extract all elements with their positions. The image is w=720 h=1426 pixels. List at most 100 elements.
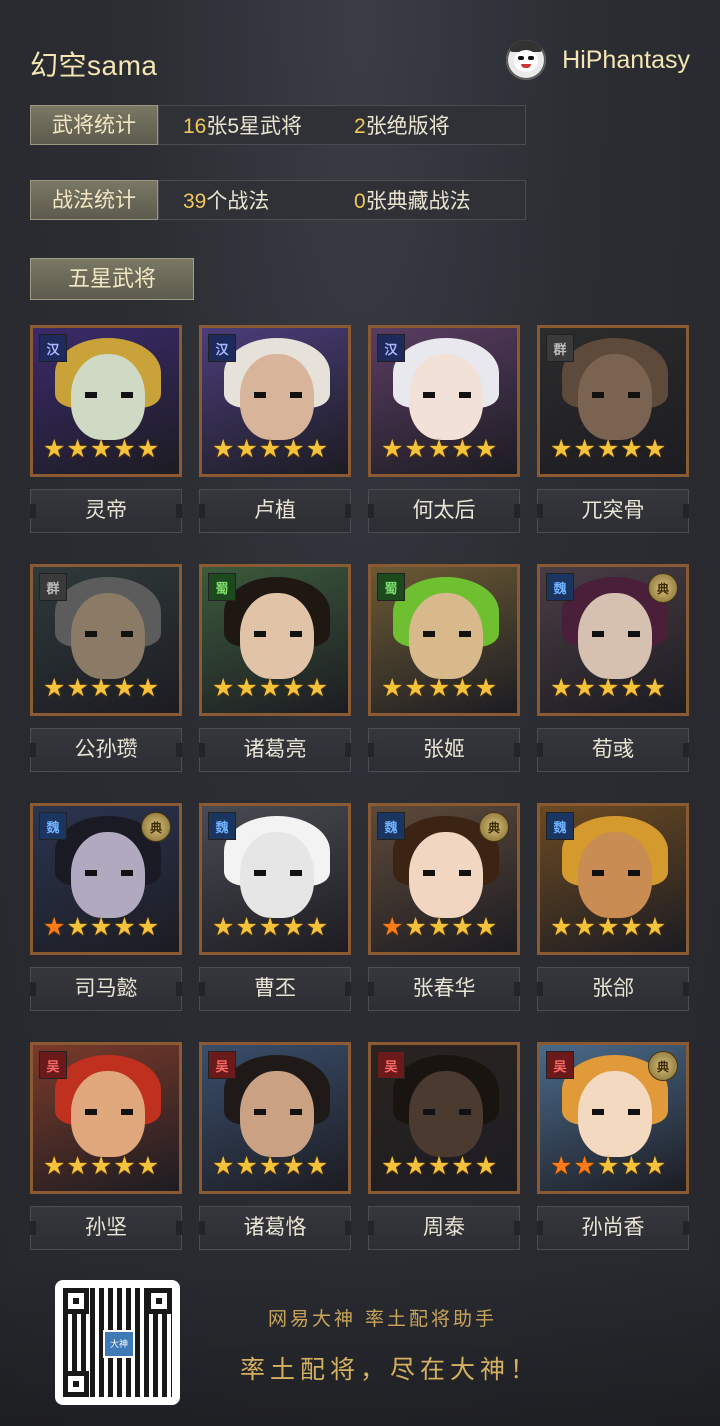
star-icon: ★ bbox=[404, 435, 427, 463]
star-icon: ★ bbox=[643, 435, 667, 463]
star-rating: ★ ★ ★ ★ ★ bbox=[212, 676, 328, 701]
star-icon: ★ bbox=[282, 674, 305, 702]
hero-portrait[interactable]: 汉 ★ ★ ★ ★ ★ bbox=[199, 325, 351, 477]
star-rating: ★ ★ ★ ★ ★ bbox=[43, 1154, 159, 1179]
limited-badge-icon: 典 bbox=[648, 1051, 678, 1081]
five-star-label: 张5星武将 bbox=[206, 115, 303, 138]
star-icon: ★ bbox=[89, 435, 113, 463]
hero-name: 灵帝 bbox=[30, 489, 182, 533]
hero-portrait[interactable]: 魏 ★ ★ ★ ★ ★ bbox=[537, 803, 689, 955]
star-rating: ★ ★ ★ ★ ★ bbox=[550, 915, 666, 940]
hero-portrait[interactable]: 群 ★ ★ ★ ★ ★ bbox=[30, 564, 182, 716]
hero-name: 司马懿 bbox=[30, 967, 182, 1011]
hero-card[interactable]: 吴 ★ ★ ★ ★ ★ 周泰 bbox=[368, 1042, 520, 1250]
skill-count: 39 bbox=[183, 190, 207, 213]
hero-card[interactable]: 魏典 ★ ★ ★ ★ ★ 张春华 bbox=[368, 803, 520, 1011]
faction-badge-icon: 群 bbox=[39, 573, 67, 601]
hero-name: 孙尚香 bbox=[537, 1206, 689, 1250]
hero-portrait[interactable]: 群 ★ ★ ★ ★ ★ bbox=[537, 325, 689, 477]
hero-name: 孙坚 bbox=[30, 1206, 182, 1250]
hero-portrait[interactable]: 汉 ★ ★ ★ ★ ★ bbox=[30, 325, 182, 477]
star-icon: ★ bbox=[620, 674, 643, 702]
hero-card[interactable]: 汉 ★ ★ ★ ★ ★ 卢植 bbox=[199, 325, 351, 533]
faction-badge-icon: 群 bbox=[546, 334, 574, 362]
skill-label: 个战法 bbox=[206, 190, 270, 213]
star-icon: ★ bbox=[550, 913, 573, 941]
hero-card[interactable]: 魏典 ★ ★ ★ ★ ★ 荀彧 bbox=[537, 564, 689, 772]
star-icon: ★ bbox=[66, 674, 89, 702]
hero-stats-box: 16张5星武将 2张绝版将 bbox=[158, 105, 526, 145]
star-icon: ★ bbox=[258, 674, 282, 702]
star-rating: ★ ★ ★ ★ ★ bbox=[212, 915, 328, 940]
limited-label: 张绝版将 bbox=[365, 115, 450, 138]
faction-badge-icon: 吴 bbox=[377, 1051, 405, 1079]
star-icon: ★ bbox=[381, 435, 404, 463]
star-icon: ★ bbox=[643, 1152, 667, 1180]
hero-name: 兀突骨 bbox=[537, 489, 689, 533]
hero-portrait[interactable]: 蜀 ★ ★ ★ ★ ★ bbox=[199, 564, 351, 716]
collection-label: 张典藏战法 bbox=[365, 190, 471, 213]
brand-name: HiPhantasy bbox=[562, 45, 690, 74]
hero-portrait[interactable]: 魏典 ★ ★ ★ ★ ★ bbox=[537, 564, 689, 716]
star-icon: ★ bbox=[573, 913, 596, 941]
brand[interactable]: HiPhantasy bbox=[506, 40, 690, 80]
star-icon: ★ bbox=[305, 913, 329, 941]
qr-center-logo: 大神 bbox=[103, 1330, 135, 1358]
hero-portrait[interactable]: 吴 ★ ★ ★ ★ ★ bbox=[30, 1042, 182, 1194]
qr-code[interactable]: 大神 bbox=[55, 1280, 180, 1405]
star-icon: ★ bbox=[212, 674, 235, 702]
star-icon: ★ bbox=[474, 435, 498, 463]
star-icon: ★ bbox=[235, 435, 258, 463]
star-icon: ★ bbox=[66, 913, 89, 941]
collection-count: 0 bbox=[354, 190, 366, 213]
five-star-section-title: 五星武将 bbox=[30, 258, 194, 300]
star-icon: ★ bbox=[474, 913, 498, 941]
hero-portrait[interactable]: 吴 ★ ★ ★ ★ ★ bbox=[199, 1042, 351, 1194]
hero-card[interactable]: 群 ★ ★ ★ ★ ★ 兀突骨 bbox=[537, 325, 689, 533]
faction-badge-icon: 蜀 bbox=[208, 573, 236, 601]
hero-portrait[interactable]: 汉 ★ ★ ★ ★ ★ bbox=[368, 325, 520, 477]
hero-portrait[interactable]: 魏典 ★ ★ ★ ★ ★ bbox=[30, 803, 182, 955]
star-icon: ★ bbox=[451, 913, 474, 941]
star-rating: ★ ★ ★ ★ ★ bbox=[43, 676, 159, 701]
faction-badge-icon: 吴 bbox=[208, 1051, 236, 1079]
star-icon: ★ bbox=[305, 674, 329, 702]
star-icon: ★ bbox=[381, 1152, 404, 1180]
hero-portrait[interactable]: 吴 ★ ★ ★ ★ ★ bbox=[368, 1042, 520, 1194]
skill-stats-tag: 战法统计 bbox=[30, 180, 158, 220]
limited-badge-icon: 典 bbox=[648, 573, 678, 603]
hero-portrait[interactable]: 蜀 ★ ★ ★ ★ ★ bbox=[368, 564, 520, 716]
hero-card[interactable]: 吴 ★ ★ ★ ★ ★ 诸葛恪 bbox=[199, 1042, 351, 1250]
hero-portrait[interactable]: 魏 ★ ★ ★ ★ ★ bbox=[199, 803, 351, 955]
star-icon: ★ bbox=[89, 913, 113, 941]
star-icon: ★ bbox=[550, 674, 573, 702]
hero-name: 公孙瓒 bbox=[30, 728, 182, 772]
hero-card[interactable]: 汉 ★ ★ ★ ★ ★ 灵帝 bbox=[30, 325, 182, 533]
star-icon: ★ bbox=[427, 435, 451, 463]
star-icon: ★ bbox=[212, 1152, 235, 1180]
star-rating: ★ ★ ★ ★ ★ bbox=[381, 915, 497, 940]
hero-portrait[interactable]: 魏典 ★ ★ ★ ★ ★ bbox=[368, 803, 520, 955]
hero-card[interactable]: 汉 ★ ★ ★ ★ ★ 何太后 bbox=[368, 325, 520, 533]
hero-name: 何太后 bbox=[368, 489, 520, 533]
hero-card[interactable]: 吴 ★ ★ ★ ★ ★ 孙坚 bbox=[30, 1042, 182, 1250]
faction-badge-icon: 魏 bbox=[39, 812, 67, 840]
star-rating: ★ ★ ★ ★ ★ bbox=[43, 915, 159, 940]
star-icon: ★ bbox=[404, 913, 427, 941]
star-icon: ★ bbox=[427, 913, 451, 941]
hero-card[interactable]: 蜀 ★ ★ ★ ★ ★ 张姬 bbox=[368, 564, 520, 772]
hero-card[interactable]: 群 ★ ★ ★ ★ ★ 公孙瓒 bbox=[30, 564, 182, 772]
hero-portrait[interactable]: 吴典 ★ ★ ★ ★ ★ bbox=[537, 1042, 689, 1194]
star-icon: ★ bbox=[620, 913, 643, 941]
star-icon: ★ bbox=[596, 674, 620, 702]
hero-card[interactable]: 蜀 ★ ★ ★ ★ ★ 诸葛亮 bbox=[199, 564, 351, 772]
hero-card[interactable]: 吴典 ★ ★ ★ ★ ★ 孙尚香 bbox=[537, 1042, 689, 1250]
star-icon: ★ bbox=[43, 1152, 66, 1180]
hero-card[interactable]: 魏 ★ ★ ★ ★ ★ 曹丕 bbox=[199, 803, 351, 1011]
star-rating: ★ ★ ★ ★ ★ bbox=[381, 437, 497, 462]
hero-card[interactable]: 魏典 ★ ★ ★ ★ ★ 司马懿 bbox=[30, 803, 182, 1011]
star-icon: ★ bbox=[474, 674, 498, 702]
hero-card[interactable]: 魏 ★ ★ ★ ★ ★ 张郃 bbox=[537, 803, 689, 1011]
skill-stat: 39个战法 bbox=[183, 185, 354, 215]
hero-name: 诸葛亮 bbox=[199, 728, 351, 772]
